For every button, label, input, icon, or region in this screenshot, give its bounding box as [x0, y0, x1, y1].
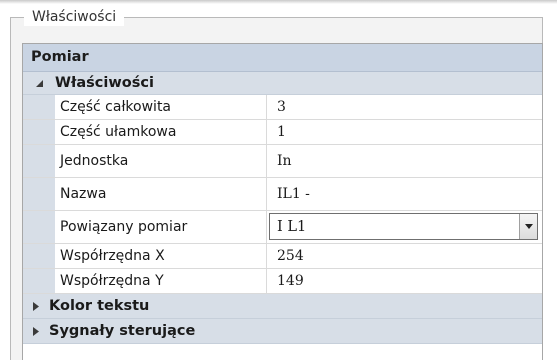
groupbox-title: Właściwości: [24, 8, 125, 26]
measurement-dropdown[interactable]: I L1: [269, 213, 538, 240]
property-value[interactable]: In: [267, 145, 542, 177]
row-gutter: [23, 211, 55, 243]
window-top-shadow: [0, 0, 557, 4]
dropdown-selected-value: I L1: [277, 218, 307, 235]
section-label: Właściwości: [55, 75, 154, 91]
property-value[interactable]: 149: [267, 269, 542, 293]
collapsed-triangle-icon[interactable]: [23, 326, 49, 336]
property-name: Powiązany pomiar: [55, 211, 267, 243]
property-name: Współrzędna Y: [55, 269, 267, 293]
expanded-triangle-icon[interactable]: [23, 79, 55, 88]
dropdown-arrow-icon[interactable]: [519, 214, 537, 239]
property-name: Nazwa: [55, 178, 267, 210]
category-header-pomiar: Pomiar: [23, 44, 542, 72]
section-header-sygnaly-sterujace[interactable]: Sygnały sterujące: [23, 319, 542, 344]
property-row-czesc-ulamkowa[interactable]: Część ułamkowa 1: [23, 120, 542, 145]
property-row-czesc-calkowita[interactable]: Część całkowita 3: [23, 95, 542, 120]
property-grid: Pomiar Właściwości Część całkowita 3 Czę…: [22, 43, 543, 360]
property-row-wspolrzedna-x[interactable]: Współrzędna X 254: [23, 244, 542, 269]
row-gutter: [23, 145, 55, 177]
property-name: Jednostka: [55, 145, 267, 177]
property-value-cell: I L1: [267, 211, 542, 243]
section-label: Kolor tekstu: [49, 298, 150, 314]
collapsed-triangle-icon[interactable]: [23, 301, 49, 311]
property-row-jednostka[interactable]: Jednostka In: [23, 145, 542, 178]
property-name: Część całkowita: [55, 95, 267, 119]
property-value[interactable]: 1: [267, 120, 542, 144]
row-gutter: [23, 244, 55, 268]
section-header-kolor-tekstu[interactable]: Kolor tekstu: [23, 294, 542, 319]
property-value[interactable]: 254: [267, 244, 542, 268]
section-label: Sygnały sterujące: [49, 323, 196, 339]
property-row-nazwa[interactable]: Nazwa IL1 -: [23, 178, 542, 211]
property-name: Część ułamkowa: [55, 120, 267, 144]
row-gutter: [23, 178, 55, 210]
property-value[interactable]: IL1 -: [267, 178, 542, 210]
property-value[interactable]: 3: [267, 95, 542, 119]
row-gutter: [23, 95, 55, 119]
row-gutter: [23, 269, 55, 293]
property-name: Współrzędna X: [55, 244, 267, 268]
property-row-powiazany-pomiar[interactable]: Powiązany pomiar I L1: [23, 211, 542, 244]
row-gutter: [23, 120, 55, 144]
property-row-wspolrzedna-y[interactable]: Współrzędna Y 149: [23, 269, 542, 294]
section-header-wlasciwosci[interactable]: Właściwości: [23, 72, 542, 95]
